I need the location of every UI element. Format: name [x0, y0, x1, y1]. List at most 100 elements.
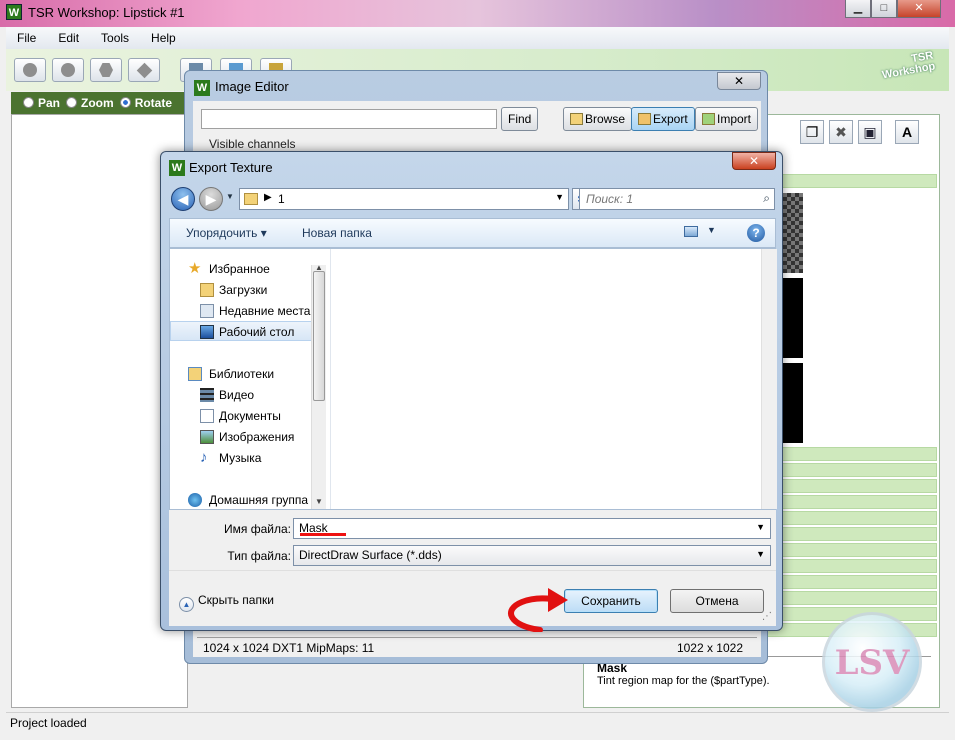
help-icon[interactable]: ?: [747, 224, 765, 242]
radio-checked-icon: [119, 97, 131, 108]
menu-file[interactable]: File: [6, 31, 47, 45]
image-search-input[interactable]: [201, 109, 497, 129]
menu-edit[interactable]: Edit: [47, 31, 90, 45]
menu-tools[interactable]: Tools: [90, 31, 140, 45]
file-fields: Имя файла: Mask ▼ Тип файла: DirectDraw …: [169, 510, 776, 570]
save-icon[interactable]: ▣: [858, 120, 882, 144]
nav-label: Библиотеки: [209, 367, 275, 381]
save-button[interactable]: Сохранить: [564, 589, 658, 613]
file-list[interactable]: [332, 249, 777, 509]
app-icon: W: [6, 4, 22, 20]
dialog-close-button[interactable]: ✕: [732, 152, 776, 170]
sphere-shape-button[interactable]: [14, 58, 46, 82]
import-icon: [702, 113, 715, 125]
breadcrumb-separator-icon[interactable]: ▶: [264, 192, 272, 203]
nav-recent-places[interactable]: Недавние места: [170, 301, 312, 321]
nav-favorites[interactable]: ★ Избранное: [170, 259, 312, 279]
nav-downloads[interactable]: Загрузки: [170, 280, 312, 300]
radio-icon: [66, 97, 78, 108]
visible-channels-label: Visible channels: [209, 137, 296, 151]
import-button[interactable]: Import: [695, 107, 759, 131]
filename-dropdown-icon[interactable]: ▼: [756, 522, 765, 532]
find-button[interactable]: Find: [501, 107, 539, 131]
close-button[interactable]: ✕: [897, 0, 941, 18]
music-icon: ♪: [200, 449, 208, 466]
star-icon: ★: [188, 260, 202, 277]
export-button[interactable]: Export: [631, 107, 695, 131]
low-sphere-icon: [61, 63, 75, 77]
nav-homegroup[interactable]: Домашняя группа: [170, 490, 312, 510]
history-dropdown-icon[interactable]: ▼: [226, 192, 234, 201]
file-list-scrollbar[interactable]: [761, 249, 777, 509]
back-arrow-icon[interactable]: ◀: [171, 187, 195, 211]
pane-divider[interactable]: [330, 249, 331, 509]
new-folder-button[interactable]: Новая папка: [302, 226, 372, 240]
mode-rotate[interactable]: Rotate: [119, 96, 173, 110]
nav-label: Видео: [219, 388, 255, 402]
organize-menu[interactable]: Упорядочить ▾: [186, 226, 267, 240]
command-bar: Упорядочить ▾ Новая папка ▼ ?: [169, 218, 776, 248]
nav-images[interactable]: Изображения: [170, 427, 312, 447]
nav-label: Домашняя группа: [209, 493, 309, 507]
export-texture-dialog: W Export Texture ✕ ◀ ▶ ▼ ▶ 1 ▼ ⇆ Поиск: …: [160, 151, 783, 631]
nav-music[interactable]: ♪ Музыка: [170, 448, 312, 468]
nav-desktop[interactable]: Рабочий стол: [170, 321, 312, 341]
nav-libraries[interactable]: Библиотеки: [170, 364, 312, 384]
sphere-icon: [23, 63, 37, 77]
app-icon: W: [169, 160, 185, 176]
browse-button[interactable]: Browse: [563, 107, 633, 131]
text-button[interactable]: A: [895, 120, 919, 144]
hide-folders-label: Скрыть папки: [198, 593, 274, 607]
diamond-button[interactable]: [128, 58, 160, 82]
folder-icon: [570, 113, 583, 125]
hexagon-button[interactable]: [90, 58, 122, 82]
forward-arrow-icon[interactable]: ▶: [199, 187, 223, 211]
browse-label: Browse: [585, 112, 626, 126]
resize-grip-icon[interactable]: ⋰: [762, 611, 772, 622]
annotation-arrow-icon: [508, 588, 568, 632]
filetype-select[interactable]: DirectDraw Surface (*.dds) ▼: [293, 545, 771, 566]
scroll-down-icon[interactable]: ▼: [315, 497, 323, 506]
browser-pane: ★ Избранное Загрузки Недавние места Рабо…: [169, 248, 777, 510]
address-dropdown-icon[interactable]: ▼: [555, 192, 564, 202]
delete-icon[interactable]: ✖: [829, 120, 853, 144]
search-icon[interactable]: ⌕: [763, 191, 770, 206]
menu-help[interactable]: Help: [140, 31, 187, 45]
view-dropdown-icon[interactable]: ▼: [707, 225, 716, 235]
dialog-footer: ▲ Скрыть папки Сохранить Отмена ⋰: [169, 570, 776, 626]
maximize-button[interactable]: □: [871, 0, 897, 18]
address-bar[interactable]: ▶ 1 ▼: [239, 188, 569, 210]
collapse-icon: ▲: [179, 597, 194, 612]
breadcrumb[interactable]: 1: [278, 192, 285, 206]
filetype-dropdown-icon[interactable]: ▼: [756, 549, 765, 559]
documents-icon: [200, 409, 214, 423]
hexagon-icon: [99, 63, 113, 77]
mode-zoom[interactable]: Zoom: [66, 96, 114, 110]
filename-field[interactable]: Mask ▼: [293, 518, 771, 539]
nav-video[interactable]: Видео: [170, 385, 312, 405]
image-editor-close-button[interactable]: ✕: [717, 72, 761, 90]
nav-label: Избранное: [209, 262, 270, 276]
copy-icon[interactable]: ❐: [800, 120, 824, 144]
mode-zoom-label: Zoom: [81, 96, 114, 110]
minimize-button[interactable]: ▁: [845, 0, 871, 18]
view-options-icon[interactable]: [684, 226, 698, 237]
nav-documents[interactable]: Документы: [170, 406, 312, 426]
navigation-scrollbar[interactable]: ▲ ▼: [311, 263, 326, 509]
cancel-button[interactable]: Отмена: [670, 589, 764, 613]
window-title: TSR Workshop: Lipstick #1: [28, 5, 185, 20]
mode-pan[interactable]: Pan: [23, 96, 60, 110]
low-sphere-button[interactable]: [52, 58, 84, 82]
hide-folders-toggle[interactable]: ▲ Скрыть папки: [179, 593, 274, 612]
nav-label: Рабочий стол: [219, 325, 295, 339]
nav-label: Загрузки: [219, 283, 268, 297]
annotation-underline: [300, 533, 346, 536]
filetype-label: Тип файла:: [227, 549, 291, 563]
lsv-watermark-logo: LSV: [822, 612, 922, 712]
texture-dimensions: 1022 x 1022: [676, 641, 743, 655]
mode-rotate-label: Rotate: [134, 96, 173, 110]
scrollbar-thumb[interactable]: [313, 271, 325, 401]
view-mode-bar: Pan Zoom Rotate: [11, 92, 189, 114]
nav-label: Изображения: [219, 430, 295, 444]
folder-search-input[interactable]: Поиск: 1 ⌕: [579, 188, 775, 210]
